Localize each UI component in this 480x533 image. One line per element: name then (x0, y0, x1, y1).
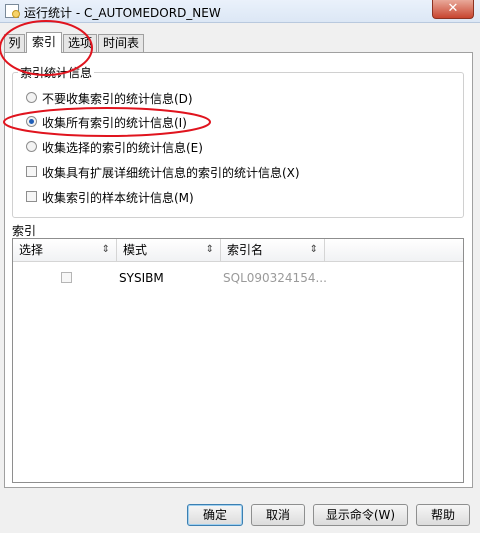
sort-icon: ⇕ (309, 244, 318, 255)
tab-columns[interactable]: 列 (4, 34, 25, 52)
radio-dont-collect[interactable] (26, 92, 37, 103)
cancel-button[interactable]: 取消 (251, 504, 305, 526)
table-header: 选择 ⇕ 模式 ⇕ 索引名 ⇕ (13, 239, 463, 262)
option-label: 收集选择的索引的统计信息(E) (42, 141, 203, 155)
cell-index-name: SQL090324154... (223, 271, 327, 285)
help-button[interactable]: 帮助 (416, 504, 470, 526)
option-label: 不要收集索引的统计信息(D) (42, 92, 193, 106)
tab-indexes[interactable]: 索引 (26, 32, 62, 53)
index-table: 选择 ⇕ 模式 ⇕ 索引名 ⇕ SYSIBM SQL090324154... (12, 238, 464, 483)
column-label: 索引名 (227, 243, 264, 257)
column-header-schema[interactable]: 模式 ⇕ (117, 239, 221, 261)
show-command-button[interactable]: 显示命令(W) (313, 504, 408, 526)
ok-button[interactable]: 确定 (187, 504, 243, 526)
sort-icon: ⇕ (205, 244, 214, 255)
column-header-select[interactable]: 选择 ⇕ (13, 239, 117, 261)
option-label: 收集具有扩展详细统计信息的索引的统计信息(X) (42, 166, 300, 180)
close-button[interactable]: ✕ (432, 0, 474, 19)
column-label: 选择 (19, 243, 44, 257)
option-label: 收集所有索引的统计信息(I) (42, 116, 187, 130)
radio-collect-selected[interactable] (26, 141, 37, 152)
index-section-label: 索引 (12, 224, 37, 238)
tab-schedule[interactable]: 时间表 (98, 34, 144, 52)
tab-options[interactable]: 选项 (63, 34, 97, 52)
close-icon: ✕ (447, 1, 459, 16)
option-label: 收集索引的样本统计信息(M) (42, 191, 194, 205)
group-title: 索引统计信息 (18, 64, 95, 81)
checkbox-sample-stats[interactable] (26, 191, 37, 202)
window-title: 运行统计 - C_AUTOMEDORD_NEW (24, 6, 221, 20)
checkbox-extended-stats[interactable] (26, 166, 37, 177)
app-icon (5, 4, 20, 18)
radio-collect-all[interactable] (26, 116, 37, 127)
title-bar: 运行统计 - C_AUTOMEDORD_NEW ✕ (0, 0, 480, 23)
cell-schema: SYSIBM (119, 271, 164, 285)
row-select-checkbox[interactable] (61, 272, 72, 283)
column-header-index-name[interactable]: 索引名 ⇕ (221, 239, 325, 261)
sort-icon: ⇕ (101, 244, 110, 255)
table-row[interactable]: SYSIBM SQL090324154... (13, 267, 463, 289)
column-label: 模式 (123, 243, 148, 257)
